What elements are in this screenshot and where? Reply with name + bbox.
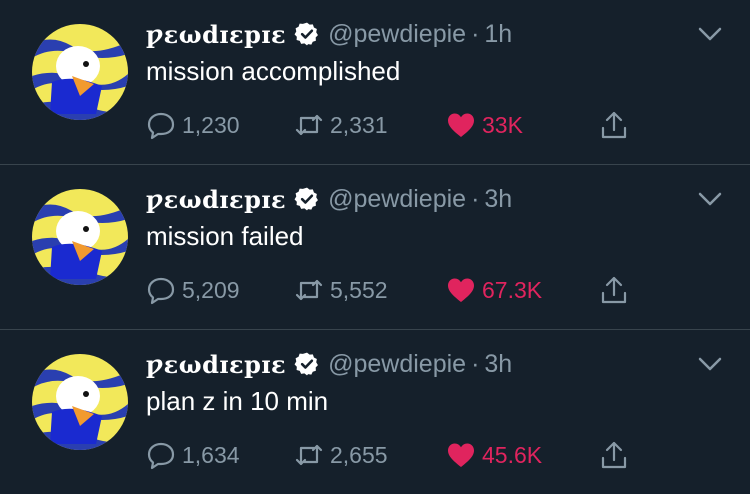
heart-icon [448,278,474,302]
tweet-header: ƿɛωdɪɛpɪɛ @pewdiepie · 1h [146,17,512,51]
like-count: 33K [482,111,523,138]
reply-icon [147,442,175,470]
reply-button[interactable]: 1,634 [146,440,240,470]
retweet-icon [295,114,323,136]
timeline-feed: ƿɛωdɪɛpɪɛ @pewdiepie · 1h mission accomp… [0,0,750,494]
handle[interactable]: @pewdiepie [328,350,466,379]
retweet-count: 2,331 [330,111,388,138]
like-button[interactable]: 67.3K [446,275,542,305]
tweet-text: mission failed [146,221,304,251]
tweet-header: ƿɛωdɪɛpɪɛ @pewdiepie · 3h [146,182,512,216]
timestamp[interactable]: 1h [484,20,512,49]
avatar-image-icon [32,189,128,285]
share-button[interactable] [598,275,630,305]
retweet-button[interactable]: 2,331 [294,110,388,140]
retweet-icon [295,279,323,301]
handle[interactable]: @pewdiepie [328,20,466,49]
share-icon [601,111,627,139]
share-button[interactable] [598,110,630,140]
like-count: 45.6K [482,441,543,468]
tweet-header: ƿɛωdɪɛpɪɛ @pewdiepie · 3h [146,347,512,381]
separator-dot: · [471,184,480,213]
separator-dot: · [471,349,480,378]
tweet-text: plan z in 10 min [146,386,329,416]
tweet-actions: 1,634 2,655 45.6K [146,440,646,470]
display-name[interactable]: ƿɛωdɪɛpɪɛ [146,20,286,49]
verified-icon [294,352,319,376]
chevron-down-icon[interactable] [696,187,724,211]
chevron-down-icon[interactable] [696,352,724,376]
retweet-count: 5,552 [330,276,388,303]
avatar-image-icon [32,354,128,450]
timestamp[interactable]: 3h [484,350,512,379]
like-button[interactable]: 45.6K [446,440,542,470]
retweet-icon [295,444,323,466]
avatar[interactable] [32,354,128,450]
like-button[interactable]: 33K [446,110,523,140]
verified-icon [294,22,319,46]
reply-icon [147,112,175,140]
verified-icon [294,187,319,211]
tweet[interactable]: ƿɛωdɪɛpɪɛ @pewdiepie · 3h plan z in 10 m… [0,330,750,494]
heart-icon [448,443,474,467]
tweet-actions: 5,209 5,552 67.3K [146,275,646,305]
tweet-text: mission accomplished [146,56,401,86]
tweet-actions: 1,230 2,331 33K [146,110,646,140]
reply-button[interactable]: 5,209 [146,275,240,305]
reply-icon [147,277,175,305]
chevron-down-icon[interactable] [696,22,724,46]
share-icon [601,441,627,469]
reply-count: 1,230 [182,111,240,138]
like-count: 67.3K [482,276,543,303]
separator-dot: · [471,19,480,48]
retweet-count: 2,655 [330,441,388,468]
retweet-button[interactable]: 5,552 [294,275,388,305]
avatar-image-icon [32,24,128,120]
handle[interactable]: @pewdiepie [328,185,466,214]
reply-count: 5,209 [182,276,240,303]
retweet-button[interactable]: 2,655 [294,440,388,470]
reply-button[interactable]: 1,230 [146,110,240,140]
heart-icon [448,113,474,137]
display-name[interactable]: ƿɛωdɪɛpɪɛ [146,350,286,379]
avatar[interactable] [32,189,128,285]
display-name[interactable]: ƿɛωdɪɛpɪɛ [146,185,286,214]
tweet[interactable]: ƿɛωdɪɛpɪɛ @pewdiepie · 1h mission accomp… [0,0,750,165]
share-button[interactable] [598,440,630,470]
share-icon [601,276,627,304]
avatar[interactable] [32,24,128,120]
reply-count: 1,634 [182,441,240,468]
tweet[interactable]: ƿɛωdɪɛpɪɛ @pewdiepie · 3h mission failed… [0,165,750,330]
timestamp[interactable]: 3h [484,185,512,214]
